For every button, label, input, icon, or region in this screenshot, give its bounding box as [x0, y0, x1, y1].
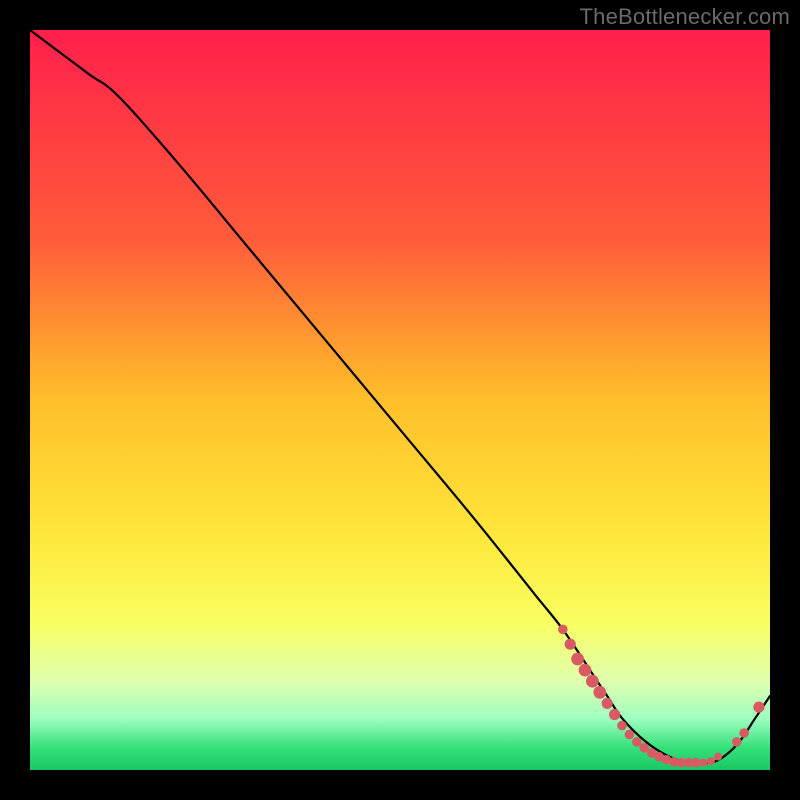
plot-frame — [30, 30, 770, 770]
highlight-dot — [571, 653, 584, 666]
chart-svg — [30, 30, 770, 770]
highlight-dot — [699, 759, 707, 767]
highlight-dot — [691, 758, 701, 768]
highlight-dot — [558, 625, 568, 635]
highlight-dot — [732, 737, 742, 747]
highlight-dot — [593, 686, 606, 699]
highlight-dot — [739, 728, 749, 738]
watermark-text: TheBottlenecker.com — [580, 4, 790, 30]
highlight-dot — [617, 721, 627, 731]
highlight-dot — [565, 639, 576, 650]
highlight-dot — [602, 698, 613, 709]
chart-container: TheBottlenecker.com — [0, 0, 800, 800]
highlight-dot — [714, 753, 722, 761]
highlight-dot — [753, 702, 764, 713]
highlight-dot — [625, 730, 635, 740]
gradient-background — [30, 30, 770, 770]
highlight-dot — [707, 757, 715, 765]
highlight-dot — [586, 675, 599, 688]
highlight-dot — [579, 664, 592, 677]
highlight-dot — [609, 709, 620, 720]
